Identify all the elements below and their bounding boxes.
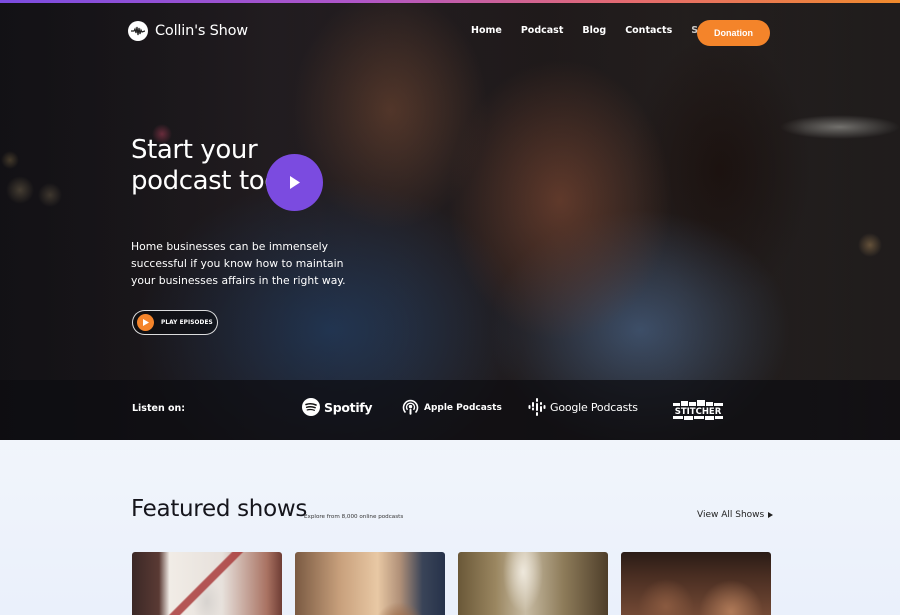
spotify-link[interactable]: Spotify [302,398,373,416]
hero-description: Home businesses can be immensely success… [131,240,346,287]
show-card-image[interactable] [132,552,282,615]
donation-button[interactable]: Donation [697,20,770,46]
gradient-top-bar [0,0,900,3]
stitcher-link[interactable]: STITCHER [672,399,724,421]
apple-podcasts-link[interactable]: Apple Podcasts [401,398,502,417]
listen-on-bar: Listen on: Spotify Apple Podcasts Google… [0,380,900,440]
featured-shows-section: Featured shows Explore from 8,000 online… [0,440,900,615]
hero-play-button[interactable] [266,154,323,211]
nav-link-podcast[interactable]: Podcast [521,25,564,36]
hero-section: Collin's Show Home Podcast Blog Contacts… [0,0,900,440]
google-podcasts-label: Google Podcasts [550,400,638,414]
show-cards [132,552,771,615]
spotify-icon [302,398,320,416]
brand-logo-link[interactable]: Collin's Show [128,21,248,41]
google-podcasts-link[interactable]: Google Podcasts [528,398,638,416]
play-icon [289,176,300,189]
view-all-shows-link[interactable]: View All Shows [697,510,774,520]
site-header: Collin's Show Home Podcast Blog Contacts… [0,18,900,48]
featured-shows-title: Featured shows [131,496,308,522]
listen-on-label: Listen on: [132,403,186,414]
play-icon [137,314,154,331]
apple-podcasts-label: Apple Podcasts [424,402,502,413]
apple-podcasts-icon [402,399,419,415]
show-card-image[interactable] [621,552,771,615]
stitcher-logo-icon: STITCHER [673,400,723,420]
play-episodes-label: PLAY EPISODES [161,319,213,326]
nav-link-contacts[interactable]: Contacts [625,25,672,36]
brand-name: Collin's Show [155,23,248,39]
hero-background-image [0,0,900,440]
show-card-image[interactable] [458,552,608,615]
nav-link-blog[interactable]: Blog [582,25,606,36]
play-episodes-button[interactable]: PLAY EPISODES [132,310,218,335]
featured-shows-subtitle: Explore from 8,000 online podcasts [304,514,404,520]
show-card-image[interactable] [295,552,445,615]
soundwave-logo-icon [128,21,148,41]
caret-right-icon [768,512,774,518]
nav-link-home[interactable]: Home [471,25,502,36]
google-podcasts-icon [528,398,546,416]
view-all-shows-label: View All Shows [697,510,765,520]
stitcher-label: STITCHER [675,407,722,417]
spotify-label: Spotify [324,399,373,415]
